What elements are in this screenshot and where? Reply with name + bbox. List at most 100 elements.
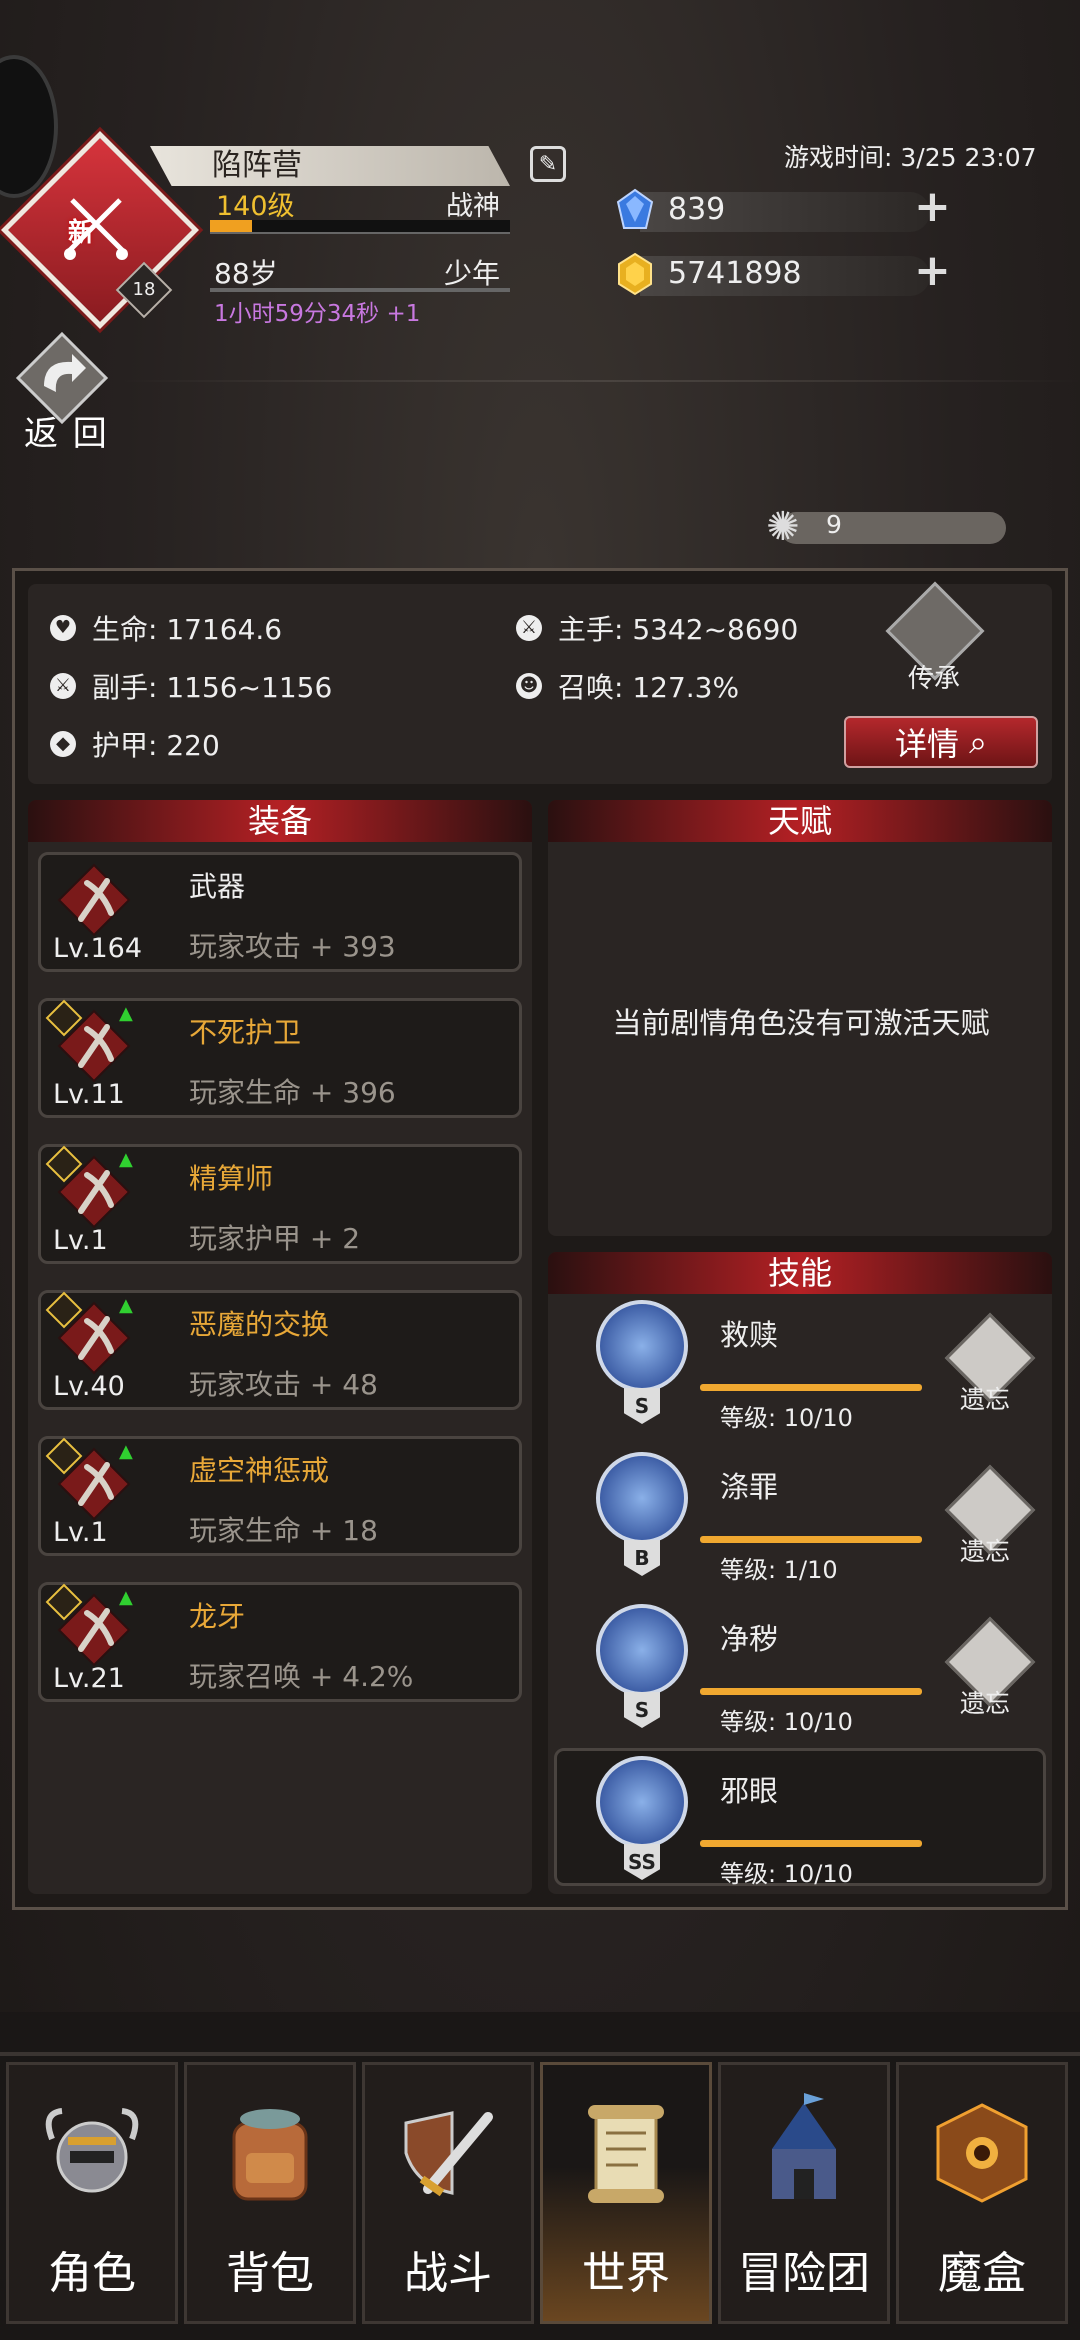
upgrade-arrow-icon: ▲	[119, 1149, 133, 1170]
talent-message: 当前剧情角色没有可激活天赋	[612, 1006, 990, 1040]
skill-icon[interactable]	[596, 1300, 688, 1392]
age-divider	[210, 288, 510, 292]
nav-tab[interactable]: 冒险团	[718, 2062, 890, 2324]
gold-count: 5741898	[668, 256, 802, 291]
player-level: 140级	[216, 191, 295, 222]
spark-count: 9	[826, 510, 842, 539]
skill-icon[interactable]	[596, 1452, 688, 1544]
nav-tab-icon	[936, 2103, 1028, 2203]
equipment-stat: 玩家生命 + 396	[189, 1076, 396, 1109]
stat-main-hand: ⚔ 主手: 5342~8690	[516, 608, 798, 648]
equipment-stat: 玩家攻击 + 48	[189, 1368, 378, 1401]
nav-tab[interactable]: 背包	[184, 2062, 356, 2324]
nav-tab-label: 背包	[226, 2248, 314, 2299]
nav-tab-icon	[45, 2108, 139, 2193]
stat-hp: ♥ 生命: 17164.6	[50, 608, 282, 648]
nav-strip	[0, 2012, 1080, 2052]
inherit-label[interactable]: 传承	[908, 658, 960, 695]
nav-tab-label: 战斗	[404, 2248, 492, 2299]
talent-title: 天赋	[548, 800, 1052, 842]
search-icon: ⌕	[969, 722, 988, 761]
age-timer: 1小时59分34秒 +1	[214, 301, 421, 327]
nav-tab[interactable]: 魔盒	[896, 2062, 1068, 2324]
equipment-name: 武器	[189, 870, 246, 903]
nav-tab[interactable]: 世界	[540, 2062, 712, 2324]
skill-level-bar	[700, 1840, 922, 1847]
summon-icon: ☻	[516, 673, 542, 699]
upgrade-arrow-icon: ▲	[119, 1003, 133, 1024]
equipment-name: 虚空神惩戒	[189, 1454, 330, 1487]
xp-bar	[210, 220, 510, 234]
equipment-level: Lv.11	[53, 1079, 125, 1110]
player-title: 战神	[446, 191, 500, 222]
skill-level-bar	[700, 1536, 922, 1543]
equipment-level: Lv.1	[53, 1225, 108, 1256]
skill-name: 救赎	[720, 1318, 779, 1352]
skill-level-bar	[700, 1384, 922, 1391]
nav-tab[interactable]: 战斗	[362, 2062, 534, 2324]
blue-gem-icon	[616, 188, 654, 229]
equipment-name: 恶魔的交换	[189, 1308, 330, 1341]
equipment-level: Lv.21	[53, 1663, 125, 1694]
skill-name: 涤罪	[720, 1470, 779, 1504]
upgrade-arrow-icon: ▲	[119, 1441, 133, 1462]
nav-tab-label: 冒险团	[738, 2248, 870, 2299]
equipment-item[interactable]: ▲ Lv.21 龙牙玩家召唤 + 4.2%	[38, 1582, 522, 1702]
upgrade-arrow-icon: ▲	[119, 1587, 133, 1608]
stat-summon: ☻ 召唤: 127.3%	[516, 666, 739, 706]
equipment-level: Lv.164	[53, 933, 143, 964]
equipment-name: 精算师	[189, 1162, 274, 1195]
equipment-name: 龙牙	[189, 1600, 246, 1633]
nav-tab-icon	[772, 2093, 836, 2199]
xp-fill	[210, 220, 252, 232]
add-gold-button[interactable]: +	[914, 249, 951, 293]
add-gems-button[interactable]: +	[914, 185, 951, 229]
equipment-item[interactable]: Lv.164 武器 玩家攻击 + 393	[38, 852, 522, 972]
spark-bar	[780, 512, 1006, 544]
skill-name: 净秽	[720, 1622, 779, 1656]
nav-tab-icon	[404, 2111, 493, 2197]
equipment-level: Lv.1	[53, 1517, 108, 1548]
armor-icon: ◆	[50, 731, 76, 757]
skills-title: 技能	[548, 1252, 1052, 1294]
spark-icon: ✺	[766, 504, 800, 550]
nav-tab-label: 魔盒	[938, 2248, 1026, 2299]
equipment-stat: 玩家生命 + 18	[189, 1514, 378, 1547]
nav-tab[interactable]: 角色	[6, 2062, 178, 2324]
equipment-title: 装备	[28, 800, 532, 842]
equipment-stat: 玩家召唤 + 4.2%	[189, 1660, 414, 1693]
gold-coin-icon	[618, 252, 652, 296]
player-age: 88岁	[214, 257, 278, 290]
forget-label[interactable]: 遗忘	[960, 1684, 1010, 1720]
edit-icon[interactable]: ✎	[530, 146, 566, 182]
skill-name: 邪眼	[720, 1774, 779, 1808]
equipment-level: Lv.40	[53, 1371, 125, 1402]
nav-tab-icon	[232, 2109, 308, 2201]
nav-tab-icon	[588, 2105, 664, 2203]
skill-level-bar	[700, 1688, 922, 1695]
forget-label[interactable]: 遗忘	[960, 1532, 1010, 1568]
back-label[interactable]: 返 回	[24, 406, 109, 455]
faction-name: 陷阵营	[212, 148, 302, 183]
skill-level: 等级: 10/10	[720, 1708, 853, 1736]
equipment-icon	[57, 863, 131, 937]
equipment-item[interactable]: ▲ Lv.1 精算师玩家护甲 + 2	[38, 1144, 522, 1264]
detail-button[interactable]: 详情 ⌕	[844, 716, 1038, 768]
equipment-item[interactable]: ▲ Lv.1 虚空神惩戒玩家生命 + 18	[38, 1436, 522, 1556]
equipment-item[interactable]: ▲ Lv.40 恶魔的交换玩家攻击 + 48	[38, 1290, 522, 1410]
equipment-stat: 玩家护甲 + 2	[189, 1222, 361, 1255]
nav-tab-label: 角色	[48, 2248, 136, 2299]
skill-icon[interactable]	[596, 1604, 688, 1696]
gem-count: 839	[668, 192, 726, 227]
stat-armor: ◆ 护甲: 220	[50, 724, 220, 764]
skill-level: 等级: 10/10	[720, 1860, 853, 1888]
game-time: 游戏时间: 3/25 23:07	[784, 143, 1037, 172]
equipment-item[interactable]: ▲ Lv.11 不死护卫玩家生命 + 396	[38, 998, 522, 1118]
forget-label[interactable]: 遗忘	[960, 1380, 1010, 1416]
name-plate	[150, 146, 510, 186]
header-divider	[120, 380, 1080, 382]
skill-icon[interactable]	[596, 1756, 688, 1848]
nav-tab-label: 世界	[582, 2248, 670, 2299]
upgrade-arrow-icon: ▲	[119, 1295, 133, 1316]
equipment-name: 不死护卫	[189, 1016, 302, 1049]
